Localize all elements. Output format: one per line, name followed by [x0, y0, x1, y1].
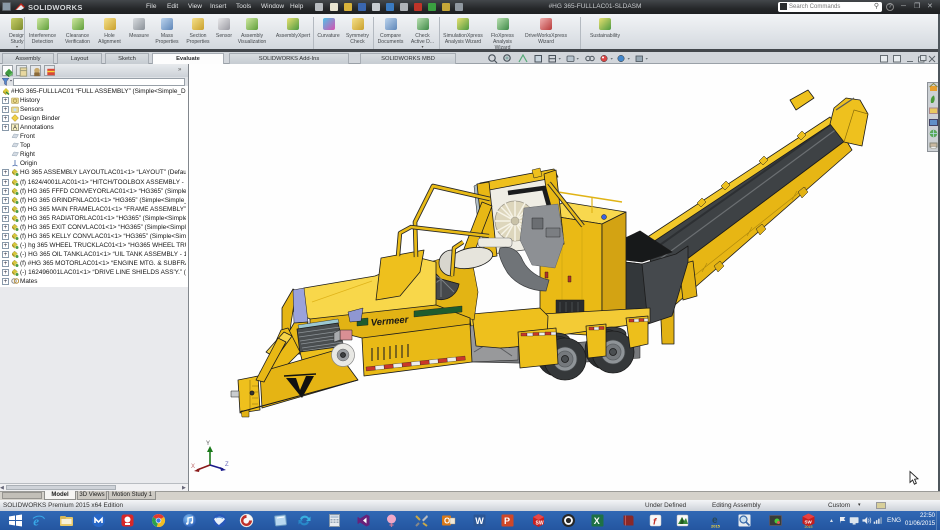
svg-text:Z: Z: [225, 462, 229, 468]
svg-text:O: O: [444, 517, 450, 526]
svg-text:P: P: [504, 516, 510, 526]
svg-text:X: X: [191, 464, 195, 470]
svg-text:SOLIDWORKS: SOLIDWORKS: [28, 3, 83, 12]
svg-text:2015: 2015: [805, 525, 813, 528]
svg-text:Y: Y: [206, 441, 210, 447]
svg-text:SW: SW: [805, 520, 813, 525]
svg-text:SW: SW: [536, 521, 544, 527]
svg-text:A: A: [13, 126, 17, 132]
svg-text:X: X: [594, 516, 600, 526]
svg-text:2015: 2015: [711, 524, 721, 529]
svg-text:W: W: [475, 516, 484, 526]
